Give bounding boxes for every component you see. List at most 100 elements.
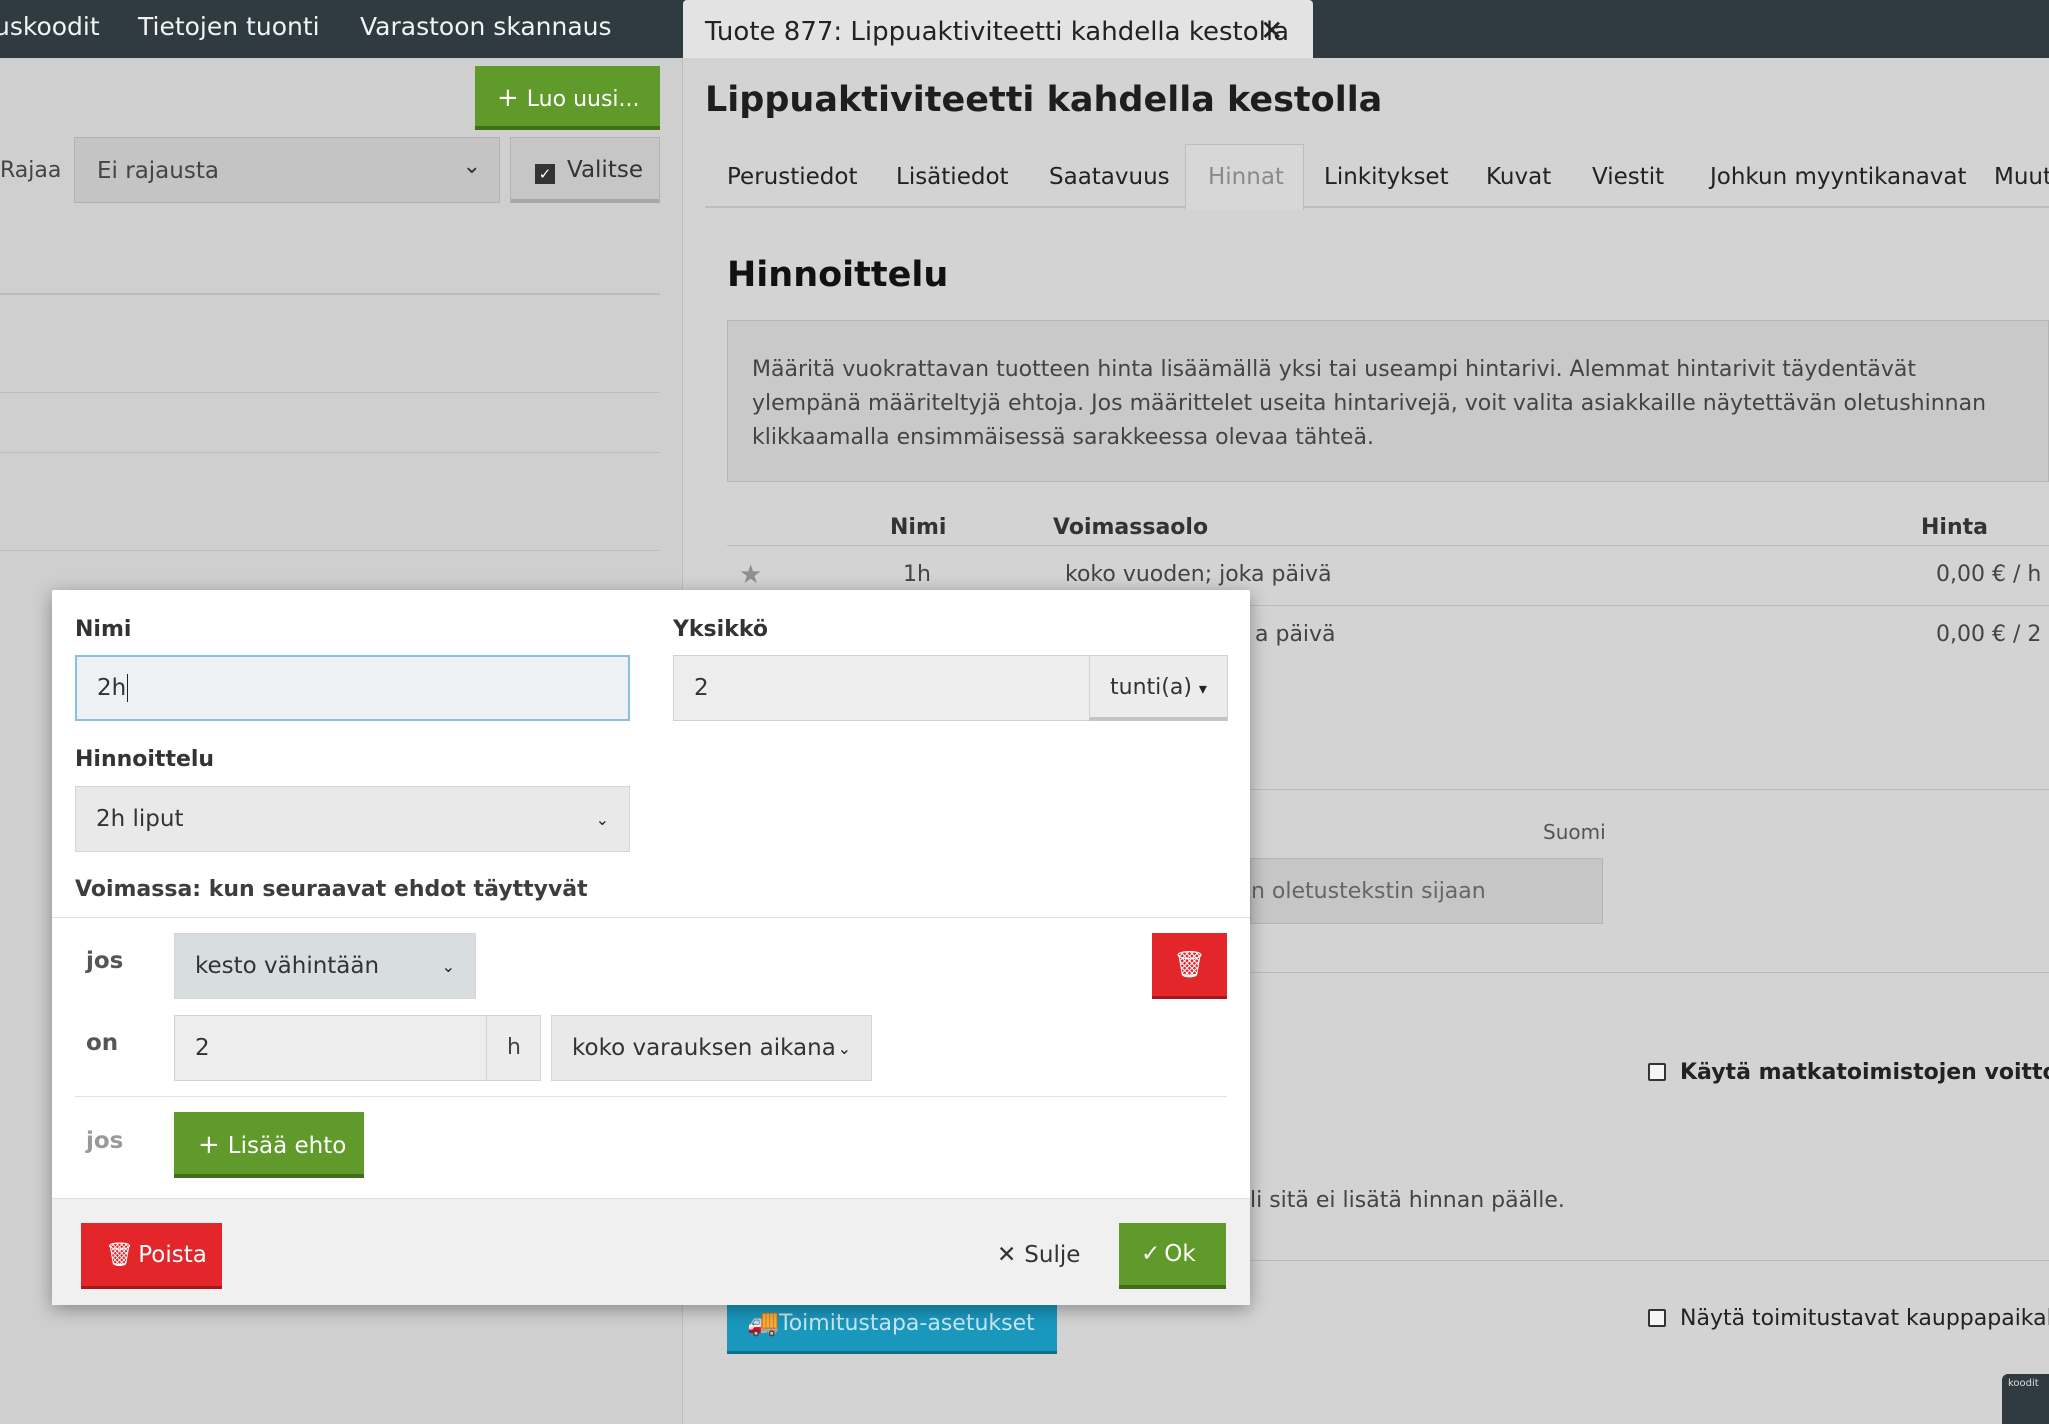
tab-additional-info[interactable]: Lisätiedot <box>896 164 1009 190</box>
condition-amount-input[interactable]: 2 <box>174 1015 487 1081</box>
row-validity: a päivä <box>1255 622 1336 647</box>
product-tab-title: Tuote 877: Lippuaktiviteetti kahdella ke… <box>705 17 1290 47</box>
chevron-down-icon: ⌄ <box>837 1038 851 1058</box>
checkbox-icon[interactable] <box>1648 1309 1666 1327</box>
price-row-dialog: Nimi 2h Yksikkö 2 tunti(a) ▾ Hinnoittelu… <box>52 590 1250 1305</box>
col-header-name: Nimi <box>890 515 947 540</box>
select-label: Valitse <box>567 157 643 183</box>
travel-agency-label: Käytä matkatoimistojen voittom <box>1680 1060 2049 1085</box>
trash-icon: 🗑 <box>105 1242 135 1268</box>
tab-availability[interactable]: Saatavuus <box>1049 164 1170 190</box>
filter-label: Rajaa <box>0 158 62 183</box>
nav-item-warehouse-scanning[interactable]: Varastoon skannaus <box>360 12 612 41</box>
corner-widget[interactable]: koodit <box>2002 1374 2049 1424</box>
name-value: 2h <box>97 675 127 701</box>
divider <box>1250 789 2049 790</box>
check-icon: ✓ <box>1141 1241 1161 1267</box>
chevron-down-icon: ⌄ <box>462 154 481 179</box>
default-text-input[interactable]: n oletustekstin sijaan <box>1250 858 1603 924</box>
truck-icon: 🚚 <box>747 1308 780 1338</box>
product-heading: Lippuaktiviteetti kahdella kestolla <box>705 80 1383 120</box>
checkbox-icon: ✓ <box>535 164 555 184</box>
add-if-label: jos <box>86 1128 124 1154</box>
plus-icon: + <box>497 83 519 113</box>
conditions-area: jos kesto vähintään ⌄ 🗑 on 2 h koko varau… <box>52 917 1250 1197</box>
show-shipping-option[interactable]: Näytä toimitustavat kauppapaikall <box>1648 1306 2049 1331</box>
default-text-placeholder: n oletustekstin sijaan <box>1251 879 1486 904</box>
condition-field-value: kesto vähintään <box>195 953 380 979</box>
condition-amount-value: 2 <box>195 1035 210 1061</box>
nav-item-codes[interactable]: uskoodit <box>0 12 100 41</box>
create-new-label: Luo uusi... <box>526 87 640 112</box>
shipping-settings-button[interactable]: 🚚 Toimitustapa-asetukset <box>727 1298 1057 1354</box>
condition-field-select[interactable]: kesto vähintään ⌄ <box>174 933 476 999</box>
tab-links[interactable]: Linkitykset <box>1324 164 1449 190</box>
trash-icon: 🗑 <box>1172 949 1206 980</box>
chevron-down-icon: ⌄ <box>595 809 609 829</box>
add-condition-button[interactable]: + Lisää ehto <box>174 1112 364 1178</box>
dialog-footer: 🗑 Poista ✕ Sulje ✓ Ok <box>52 1198 1250 1305</box>
ok-button[interactable]: ✓ Ok <box>1119 1223 1226 1289</box>
close-tab-icon[interactable]: ✕ <box>1260 14 1283 47</box>
nav-item-data-import[interactable]: Tietojen tuonti <box>138 12 320 41</box>
tab-sales-channels[interactable]: Johkun myyntikanavat <box>1710 164 1967 190</box>
list-row <box>0 550 660 551</box>
list-row <box>0 392 660 393</box>
tab-images[interactable]: Kuvat <box>1486 164 1551 190</box>
condition-scope-select[interactable]: koko varauksen aikana ⌄ <box>551 1015 872 1081</box>
close-button[interactable]: ✕ Sulje <box>973 1223 1081 1289</box>
pricing-select[interactable]: 2h liput ⌄ <box>75 786 630 852</box>
if-label: jos <box>86 948 124 974</box>
tab-messages[interactable]: Viestit <box>1592 164 1664 190</box>
shipping-settings-label: Toimitustapa-asetukset <box>779 1311 1035 1336</box>
add-condition-label: Lisää ehto <box>227 1133 347 1159</box>
list-row <box>0 452 660 453</box>
delete-label: Poista <box>138 1242 207 1268</box>
pricing-label: Hinnoittelu <box>75 747 215 772</box>
text-cursor <box>127 674 129 702</box>
pricing-value: 2h liput <box>96 806 184 832</box>
show-shipping-label: Näytä toimitustavat kauppapaikall <box>1680 1306 2049 1331</box>
delete-condition-button[interactable]: 🗑 <box>1152 933 1227 999</box>
pricing-info-text: Määritä vuokrattavan tuotteen hinta lisä… <box>752 357 1987 450</box>
on-label: on <box>86 1030 119 1056</box>
tab-basic-info[interactable]: Perustiedot <box>727 164 857 190</box>
filter-select[interactable]: Ei rajausta ⌄ <box>74 137 500 203</box>
star-icon[interactable]: ★ <box>739 560 762 590</box>
col-header-validity: Voimassaolo <box>1053 515 1209 540</box>
row-price: 0,00 € / 2 <box>1936 622 2042 647</box>
name-input[interactable]: 2h <box>75 655 630 721</box>
col-header-price: Hinta <box>1921 515 1988 540</box>
price-note: li sitä ei lisätä hinnan päälle. <box>1250 1188 1565 1213</box>
name-label: Nimi <box>75 617 132 642</box>
ok-label: Ok <box>1164 1241 1196 1267</box>
create-new-button[interactable]: + Luo uusi... <box>475 66 660 130</box>
divider <box>1250 1260 2049 1261</box>
unit-label: Yksikkö <box>673 617 768 642</box>
plus-icon: + <box>198 1130 220 1160</box>
tab-other[interactable]: Muut <box>1994 164 2049 190</box>
chevron-down-icon: ⌄ <box>441 956 455 976</box>
tab-prices[interactable]: Hinnat <box>1185 144 1304 210</box>
close-icon: ✕ <box>997 1242 1017 1268</box>
product-tab[interactable]: Tuote 877: Lippuaktiviteetti kahdella ke… <box>683 0 1313 60</box>
checkbox-icon[interactable] <box>1648 1063 1666 1081</box>
divider <box>75 1096 1227 1097</box>
unit-amount-value: 2 <box>694 675 709 701</box>
filter-value: Ei rajausta <box>97 158 219 184</box>
condition-scope-value: koko varauksen aikana <box>572 1035 836 1061</box>
select-button[interactable]: ✓ Valitse <box>510 137 660 203</box>
corner-widget-label: koodit <box>2008 1378 2039 1389</box>
unit-type-dropdown[interactable]: tunti(a) ▾ <box>1089 655 1228 721</box>
travel-agency-option[interactable]: Käytä matkatoimistojen voittom <box>1648 1060 2049 1085</box>
close-label: Sulje <box>1024 1242 1081 1268</box>
caret-down-icon: ▾ <box>1198 679 1207 698</box>
row-name: 1h <box>903 562 931 587</box>
divider <box>1250 972 2049 973</box>
amount-unit: h <box>507 1035 521 1060</box>
pricing-info-box: Määritä vuokrattavan tuotteen hinta lisä… <box>727 320 2049 482</box>
delete-button[interactable]: 🗑 Poista <box>81 1223 222 1289</box>
divider <box>0 293 660 295</box>
unit-amount-input[interactable]: 2 <box>673 655 1090 721</box>
pricing-section-title: Hinnoittelu <box>727 255 949 295</box>
